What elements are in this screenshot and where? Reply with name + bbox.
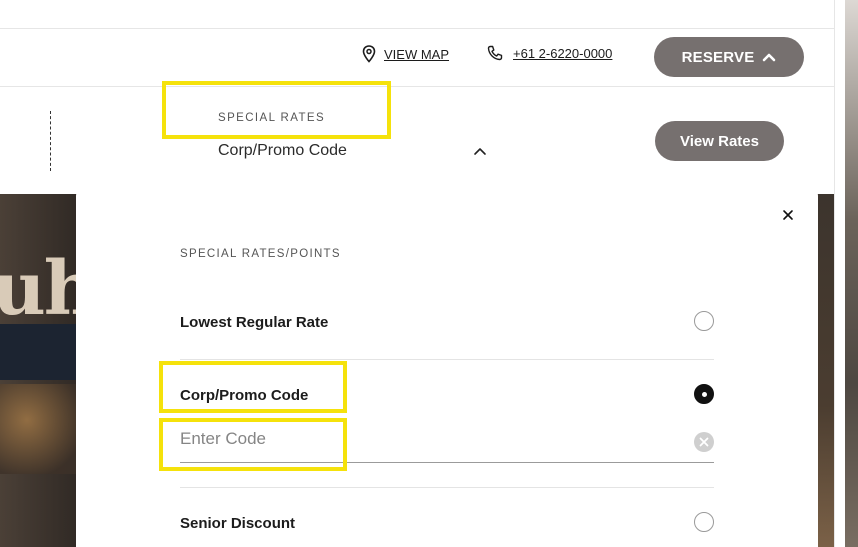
view-map-label: VIEW MAP <box>384 46 450 62</box>
header: VIEW MAP +61 2-6220-0000 RESERVE <box>0 29 834 87</box>
chevron-up-icon <box>763 53 776 62</box>
clear-x-glyph <box>699 437 709 447</box>
radio-senior-discount[interactable] <box>694 512 714 532</box>
booking-divider <box>50 111 51 171</box>
special-rates-dropdown[interactable]: Corp/Promo Code <box>218 142 347 160</box>
modal-title: SPECIAL RATES/POINTS <box>180 248 341 260</box>
phone-number: +61 2-6220-0000 <box>513 45 613 61</box>
phone-icon <box>487 45 503 61</box>
phone-link[interactable]: +61 2-6220-0000 <box>487 45 612 61</box>
chevron-up-icon[interactable] <box>472 143 488 159</box>
view-map-link[interactable]: VIEW MAP <box>362 45 449 63</box>
radio-corp-promo-code[interactable] <box>694 384 714 404</box>
special-rates-modal <box>76 188 818 547</box>
promo-code-input[interactable] <box>180 423 714 463</box>
option-separator <box>180 359 714 360</box>
option-lowest-regular-rate[interactable]: Lowest Regular Rate <box>180 314 328 331</box>
reserve-label: RESERVE <box>681 48 755 66</box>
close-icon[interactable] <box>780 207 796 223</box>
radio-lowest-regular-rate[interactable] <box>694 311 714 331</box>
option-senior-discount[interactable]: Senior Discount <box>180 515 295 532</box>
reserve-button[interactable]: RESERVE <box>654 37 804 77</box>
map-pin-icon <box>362 45 376 63</box>
view-rates-button[interactable]: View Rates <box>655 121 784 161</box>
top-utility-bar <box>0 0 834 29</box>
background-image-strip <box>845 0 858 547</box>
option-separator <box>180 487 714 488</box>
option-corp-promo-code[interactable]: Corp/Promo Code <box>180 387 308 404</box>
scrollbar-gutter <box>834 0 858 547</box>
booking-bar: SPECIAL RATES Corp/Promo Code View Rates <box>0 87 834 194</box>
clear-icon[interactable] <box>694 432 714 452</box>
special-rates-label: SPECIAL RATES <box>218 112 326 124</box>
